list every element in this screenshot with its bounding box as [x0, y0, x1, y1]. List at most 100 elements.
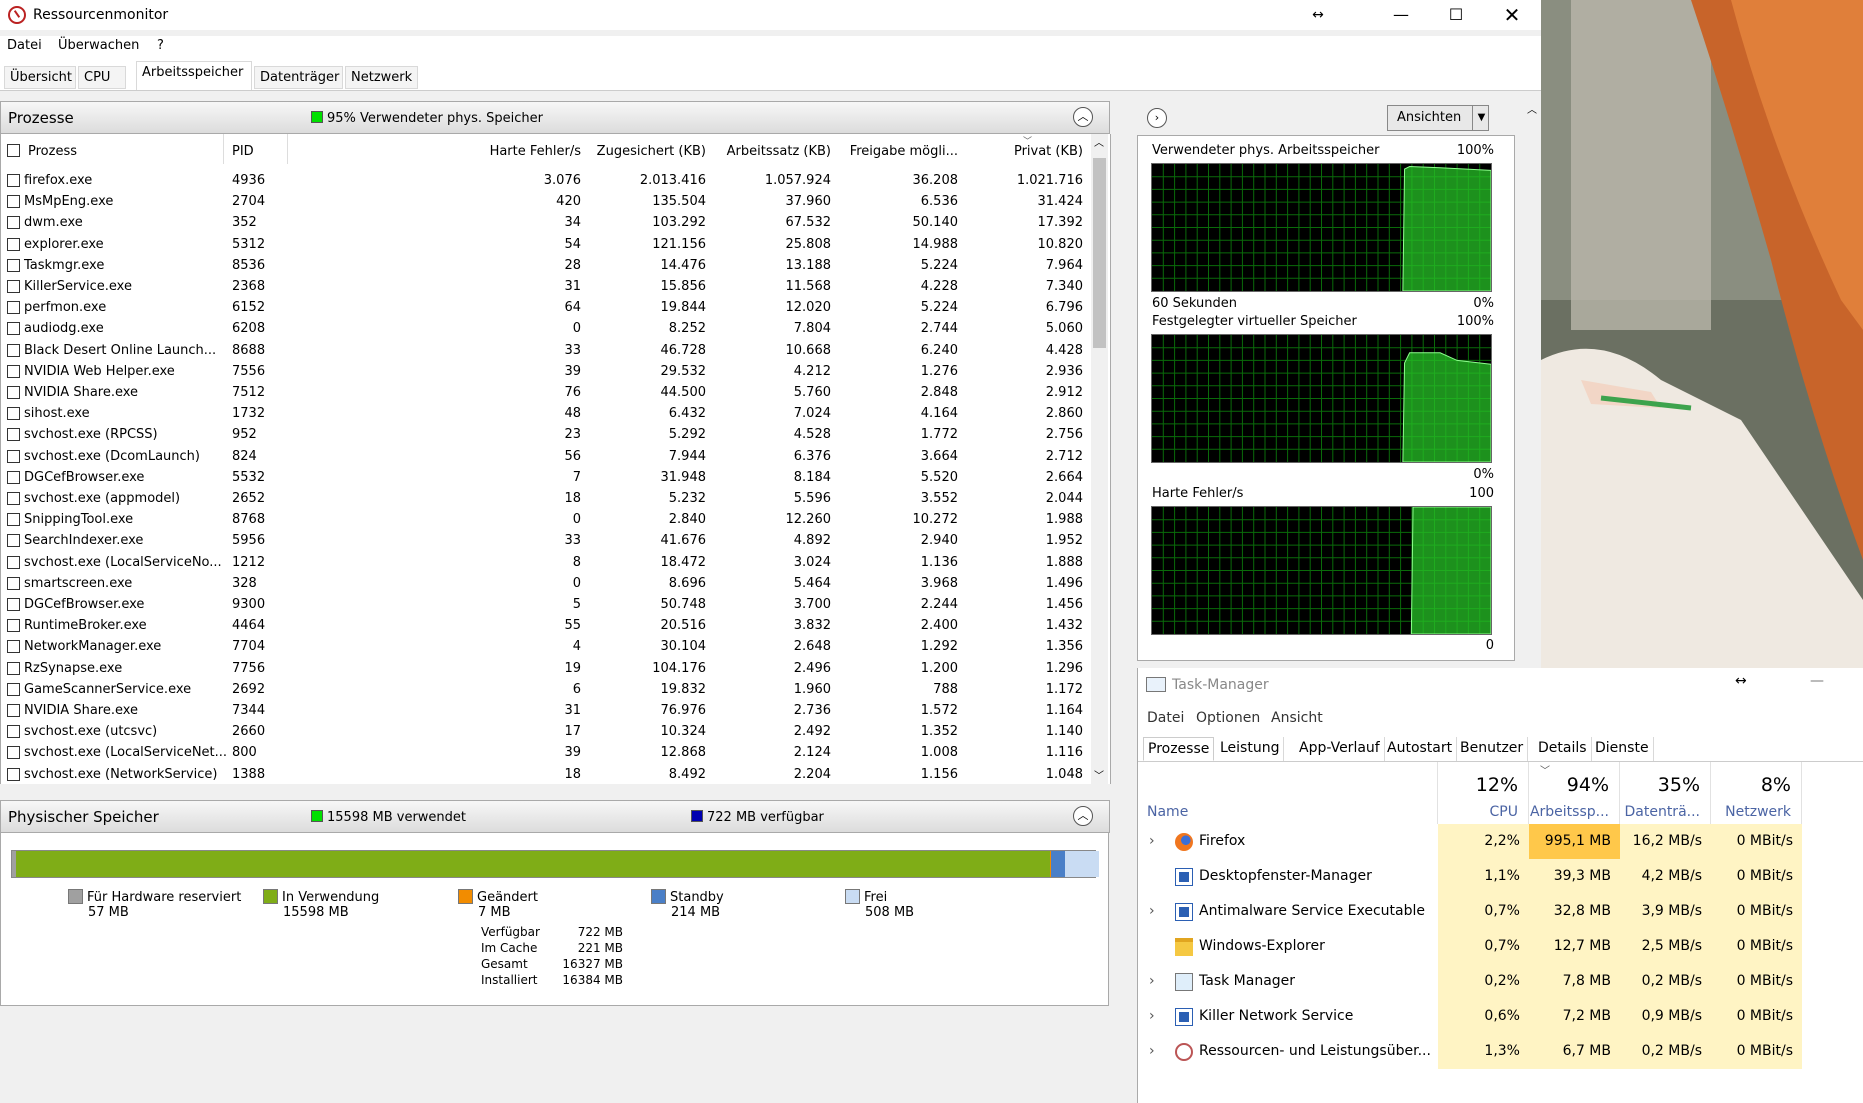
scroll-down-icon[interactable]: ﹀ — [1094, 767, 1104, 782]
tm-col-name[interactable]: Name — [1138, 762, 1438, 824]
close-button[interactable]: ✕ — [1489, 0, 1535, 30]
process-checkbox[interactable] — [7, 470, 20, 484]
col-harte-fehler[interactable]: Harte Fehler/s — [431, 144, 581, 159]
process-row[interactable]: svchost.exe (DcomLaunch) 824 56 7.944 6.376 3… — [1, 446, 1091, 467]
process-row[interactable]: KillerService.exe 2368 31 15.856 11.568 4.228… — [1, 276, 1091, 297]
process-checkbox[interactable] — [7, 322, 20, 336]
tm-process-row[interactable]: › Antimalware Service Executable 0,7% 32,8 … — [1138, 894, 1863, 929]
expand-chevron-icon[interactable]: › — [1149, 999, 1155, 1034]
process-checkbox[interactable] — [7, 598, 20, 611]
process-checkbox[interactable] — [7, 513, 20, 527]
process-checkbox[interactable] — [7, 767, 20, 781]
process-row[interactable]: Black Desert Online Launch... 8688 33 46.72… — [1, 340, 1091, 361]
col-prozess[interactable]: Prozess — [28, 144, 77, 159]
tm-process-row[interactable]: Windows-Explorer 0,7% 12,7 MB 2,5 MB/s 0 MBi… — [1138, 929, 1863, 964]
maximize-button[interactable]: ☐ — [1433, 0, 1479, 30]
menu-help[interactable]: ? — [157, 38, 164, 53]
menu-datei[interactable]: Datei — [7, 38, 42, 53]
tm-col-disk[interactable]: 35% Datenträ... — [1620, 762, 1711, 824]
tm-process-row[interactable]: › Firefox 2,2% 995,1 MB 16,2 MB/s 0 MBit/s — [1138, 824, 1863, 859]
process-row[interactable]: RzSynapse.exe 7756 19 104.176 2.496 1.200 1.29… — [1, 658, 1091, 679]
col-freigabe[interactable]: Freigabe mögli... — [811, 144, 958, 159]
process-row[interactable]: svchost.exe (appmodel) 2652 18 5.232 5.596 3.… — [1, 488, 1091, 509]
col-privat[interactable]: Privat (KB) — [951, 144, 1083, 159]
resize-arrows-icon[interactable]: ↔ — [1295, 0, 1341, 30]
process-row[interactable]: svchost.exe (RPCSS) 952 23 5.292 4.528 1.772 2… — [1, 424, 1091, 445]
process-row[interactable]: svchost.exe (NetworkService) 1388 18 8.492 2… — [1, 764, 1091, 785]
process-row[interactable]: NVIDIA Share.exe 7512 76 44.500 5.760 2.848 2.… — [1, 382, 1091, 403]
process-checkbox[interactable] — [7, 407, 20, 421]
process-row[interactable]: dwm.exe 352 34 103.292 67.532 50.140 17.392 — [1, 212, 1091, 233]
process-row[interactable]: RuntimeBroker.exe 4464 55 20.516 3.832 2.400 1… — [1, 615, 1091, 636]
tm-process-row[interactable]: › Killer Network Service 0,6% 7,2 MB 0,9 MB/… — [1138, 999, 1863, 1034]
collapse-memory-icon[interactable]: ︿ — [1073, 806, 1093, 826]
tm-tab-prozesse[interactable]: Prozesse — [1143, 737, 1215, 761]
tm-tab-autostart[interactable]: Autostart — [1383, 737, 1458, 761]
process-row[interactable]: Taskmgr.exe 8536 28 14.476 13.188 5.224 7.964 — [1, 255, 1091, 276]
process-row[interactable]: SnippingTool.exe 8768 0 2.840 12.260 10.272 1.… — [1, 509, 1091, 530]
process-row[interactable]: svchost.exe (utcsvc) 2660 17 10.324 2.492 1.3… — [1, 721, 1091, 742]
process-row[interactable]: sihost.exe 1732 48 6.432 7.024 4.164 2.860 — [1, 403, 1091, 424]
col-pid[interactable]: PID — [232, 144, 254, 159]
collapse-icon[interactable]: ︿ — [1073, 107, 1093, 127]
process-row[interactable]: NVIDIA Web Helper.exe 7556 39 29.532 4.212 1.… — [1, 361, 1091, 382]
process-checkbox[interactable] — [7, 386, 20, 399]
tab-datentraeger[interactable]: Datenträger — [254, 66, 343, 89]
tab-netzwerk[interactable]: Netzwerk — [345, 66, 418, 89]
process-checkbox[interactable] — [7, 428, 20, 442]
process-row[interactable]: audiodg.exe 6208 0 8.252 7.804 2.744 5.060 — [1, 318, 1091, 339]
scroll-up-icon[interactable]: ︿ — [1094, 134, 1104, 149]
col-arbeitssatz[interactable]: Arbeitssatz (KB) — [681, 144, 831, 159]
process-row[interactable]: perfmon.exe 6152 64 19.844 12.020 5.224 6.796 — [1, 297, 1091, 318]
process-row[interactable]: explorer.exe 5312 54 121.156 25.808 14.988 10.… — [1, 234, 1091, 255]
expand-panel-icon[interactable]: › — [1147, 108, 1167, 128]
tab-cpu[interactable]: CPU — [78, 66, 126, 89]
process-row[interactable]: NVIDIA Share.exe 7344 31 76.976 2.736 1.572 1.… — [1, 700, 1091, 721]
tm-menu-optionen[interactable]: Optionen — [1196, 710, 1260, 726]
graph-scroll-up-icon[interactable]: ︿ — [1527, 101, 1537, 116]
process-checkbox[interactable] — [7, 258, 20, 272]
process-checkbox[interactable] — [7, 640, 20, 654]
process-checkbox[interactable] — [7, 534, 20, 548]
process-checkbox[interactable] — [7, 661, 20, 675]
process-checkbox[interactable] — [7, 555, 20, 569]
process-checkbox[interactable] — [7, 237, 20, 251]
process-row[interactable]: svchost.exe (LocalServiceNo... 1212 8 18.47… — [1, 552, 1091, 573]
vertical-scrollbar[interactable]: ︿ ﹀ — [1091, 134, 1108, 784]
process-row[interactable]: DGCefBrowser.exe 5532 7 31.948 8.184 5.520 2.6… — [1, 467, 1091, 488]
tm-tab-dienste[interactable]: Dienste — [1591, 737, 1654, 761]
process-row[interactable]: GameScannerService.exe 2692 6 19.832 1.960 78… — [1, 679, 1091, 700]
process-row[interactable]: firefox.exe 4936 3.076 2.013.416 1.057.924 36… — [1, 170, 1091, 191]
physical-memory-header[interactable]: Physischer Speicher 15598 MB verwendet 7… — [0, 800, 1110, 833]
process-checkbox[interactable] — [7, 174, 20, 187]
tm-menu-datei[interactable]: Datei — [1147, 710, 1184, 726]
tm-process-row[interactable]: Desktopfenster-Manager 1,1% 39,3 MB 4,2 MB/… — [1138, 859, 1863, 894]
tm-menu-ansicht[interactable]: Ansicht — [1271, 710, 1323, 726]
process-checkbox[interactable] — [7, 343, 20, 357]
process-checkbox[interactable] — [7, 576, 20, 590]
tm-resize-icon[interactable]: ↔ — [1735, 673, 1747, 689]
process-checkbox[interactable] — [7, 301, 20, 315]
process-checkbox[interactable] — [7, 725, 20, 739]
process-checkbox[interactable] — [7, 746, 20, 760]
process-checkbox[interactable] — [7, 195, 20, 209]
graph-scrollbar[interactable]: ︿ — [1524, 101, 1541, 661]
tm-tab-leistung[interactable]: Leistung — [1216, 737, 1285, 761]
process-checkbox[interactable] — [7, 619, 20, 633]
process-row[interactable]: MsMpEng.exe 2704 420 135.504 37.960 6.536 31.4… — [1, 191, 1091, 212]
scroll-thumb[interactable] — [1093, 158, 1106, 348]
expand-chevron-icon[interactable]: › — [1149, 964, 1155, 999]
process-row[interactable]: svchost.exe (LocalServiceNet... 800 39 12.8… — [1, 742, 1091, 763]
expand-chevron-icon[interactable]: › — [1149, 824, 1155, 859]
process-checkbox[interactable] — [7, 449, 20, 463]
tm-col-cpu[interactable]: 12% CPU — [1438, 762, 1529, 824]
dropdown-arrow-icon[interactable]: ▼ — [1472, 105, 1490, 131]
process-checkbox[interactable] — [7, 364, 20, 378]
process-checkbox[interactable] — [7, 682, 20, 696]
tab-uebersicht[interactable]: Übersicht — [4, 66, 76, 89]
process-row[interactable]: DGCefBrowser.exe 9300 5 50.748 3.700 2.244 1.4… — [1, 594, 1091, 615]
process-checkbox[interactable] — [7, 280, 20, 293]
process-row[interactable]: SearchIndexer.exe 5956 33 41.676 4.892 2.940 1… — [1, 530, 1091, 551]
tm-col-network[interactable]: 8% Netzwerk — [1711, 762, 1802, 824]
tab-arbeitsspeicher[interactable]: Arbeitsspeicher — [136, 61, 252, 90]
